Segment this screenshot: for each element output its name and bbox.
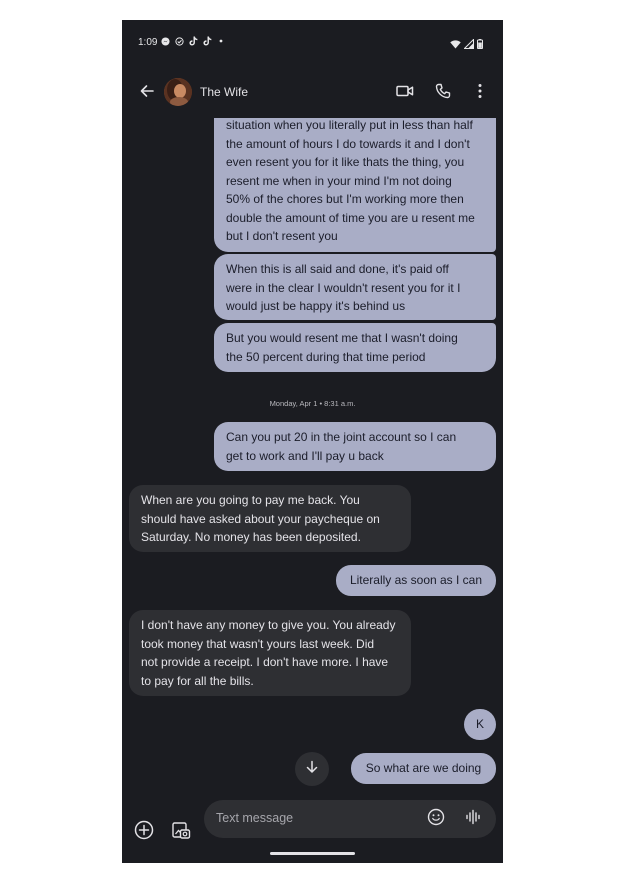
message-bubble-outgoing[interactable]: So what are we doing bbox=[351, 753, 496, 784]
message-line: were in the clear I wouldn't resent you … bbox=[226, 280, 461, 295]
message-line: I don't have any money to give you. You … bbox=[141, 618, 396, 632]
emoji-icon bbox=[427, 808, 445, 831]
emoji-button[interactable] bbox=[425, 808, 447, 830]
avatar[interactable] bbox=[164, 78, 192, 106]
message-line: but I don't resent you bbox=[226, 229, 338, 243]
status-time: 1:09 bbox=[138, 37, 158, 48]
message-timestamp: Monday, Apr 1 • 8:31 a.m. bbox=[269, 399, 356, 408]
voice-icon bbox=[465, 809, 481, 830]
message-line: When are you going to pay me back. You bbox=[141, 493, 360, 507]
message-bubble-outgoing[interactable]: K bbox=[464, 709, 496, 740]
tiktok-icon bbox=[189, 36, 198, 46]
message-line: not provide a receipt. I don't have more… bbox=[141, 655, 389, 669]
check-circle-icon bbox=[175, 36, 184, 46]
system-icons bbox=[450, 36, 483, 54]
message-line: to pay for all the bills. bbox=[141, 673, 254, 688]
status-bar: 1:09 bbox=[122, 20, 503, 68]
more-vert-icon bbox=[477, 83, 483, 104]
message-line: double the amount of time you are u rese… bbox=[226, 210, 475, 225]
more-options-button[interactable] bbox=[467, 80, 493, 106]
message-bubble-outgoing[interactable]: When this is all said and done, it's pai… bbox=[214, 254, 496, 320]
message-bubble-outgoing[interactable]: situation when you literally put in less… bbox=[214, 118, 496, 252]
add-circle-icon bbox=[134, 820, 154, 845]
message-line: took money that wasn't yours last week. … bbox=[141, 636, 375, 651]
battery-icon bbox=[477, 36, 483, 54]
message-line: the 50 percent during that time period bbox=[226, 349, 426, 364]
video-call-button[interactable] bbox=[392, 80, 418, 106]
wifi-icon bbox=[450, 36, 461, 54]
message-line: resent me when in your mind I'm not doin… bbox=[226, 173, 452, 188]
compose-field[interactable] bbox=[204, 800, 496, 838]
message-line: even resent you for it like thats the th… bbox=[226, 155, 465, 169]
gallery-icon bbox=[171, 820, 191, 845]
tiktok-icon bbox=[203, 36, 212, 46]
message-line: Literally as soon as I can bbox=[349, 573, 483, 587]
message-line: 50% of the chores but I'm working more t… bbox=[226, 192, 464, 206]
add-attachment-button[interactable] bbox=[131, 819, 157, 845]
message-input[interactable] bbox=[216, 811, 406, 825]
signal-icon bbox=[463, 36, 474, 54]
message-bubble-incoming[interactable]: I don't have any money to give you. You … bbox=[129, 610, 411, 696]
message-line: should have asked about your paycheque o… bbox=[141, 511, 380, 526]
scroll-to-bottom-button[interactable] bbox=[295, 752, 329, 786]
message-line: K bbox=[475, 717, 484, 731]
message-bubble-incoming[interactable]: When are you going to pay me back. You s… bbox=[129, 485, 411, 552]
message-line: But you would resent me that I wasn't do… bbox=[226, 331, 458, 345]
gesture-navigation-bar[interactable] bbox=[270, 852, 355, 855]
message-bubble-outgoing[interactable]: But you would resent me that I wasn't do… bbox=[214, 323, 496, 372]
phone-icon bbox=[435, 83, 451, 104]
message-line: Can you put 20 in the joint account so I… bbox=[226, 430, 457, 444]
message-line: would just be happy it's behind us bbox=[226, 299, 406, 313]
back-button[interactable] bbox=[134, 80, 160, 106]
arrow-down-icon bbox=[305, 760, 319, 779]
phone-call-button[interactable] bbox=[430, 80, 456, 106]
phone-screen: 1:09 The Wife situation when you literal… bbox=[122, 20, 503, 863]
arrow-left-icon bbox=[139, 83, 155, 104]
message-bubble-outgoing[interactable]: Literally as soon as I can bbox=[336, 565, 496, 596]
messenger-icon bbox=[161, 36, 170, 46]
video-call-icon bbox=[396, 84, 414, 103]
conversation-header: The Wife bbox=[122, 68, 503, 118]
message-bubble-outgoing[interactable]: Can you put 20 in the joint account so I… bbox=[214, 422, 496, 471]
voice-message-button[interactable] bbox=[462, 808, 484, 830]
message-line: situation when you literally put in less… bbox=[226, 118, 473, 132]
message-list[interactable]: situation when you literally put in less… bbox=[122, 118, 503, 808]
message-line: So what are we doing bbox=[365, 761, 482, 775]
message-line: the amount of hours I do towards it and … bbox=[226, 136, 470, 151]
message-line: Saturday. No money has been deposited. bbox=[141, 530, 361, 544]
gallery-button[interactable] bbox=[168, 819, 194, 845]
notification-icons bbox=[161, 36, 225, 46]
contact-name[interactable]: The Wife bbox=[200, 85, 248, 99]
message-line: When this is all said and done, it's pai… bbox=[226, 262, 449, 276]
message-line: get to work and I'll pay u back bbox=[226, 448, 384, 463]
dot-icon bbox=[217, 37, 225, 45]
